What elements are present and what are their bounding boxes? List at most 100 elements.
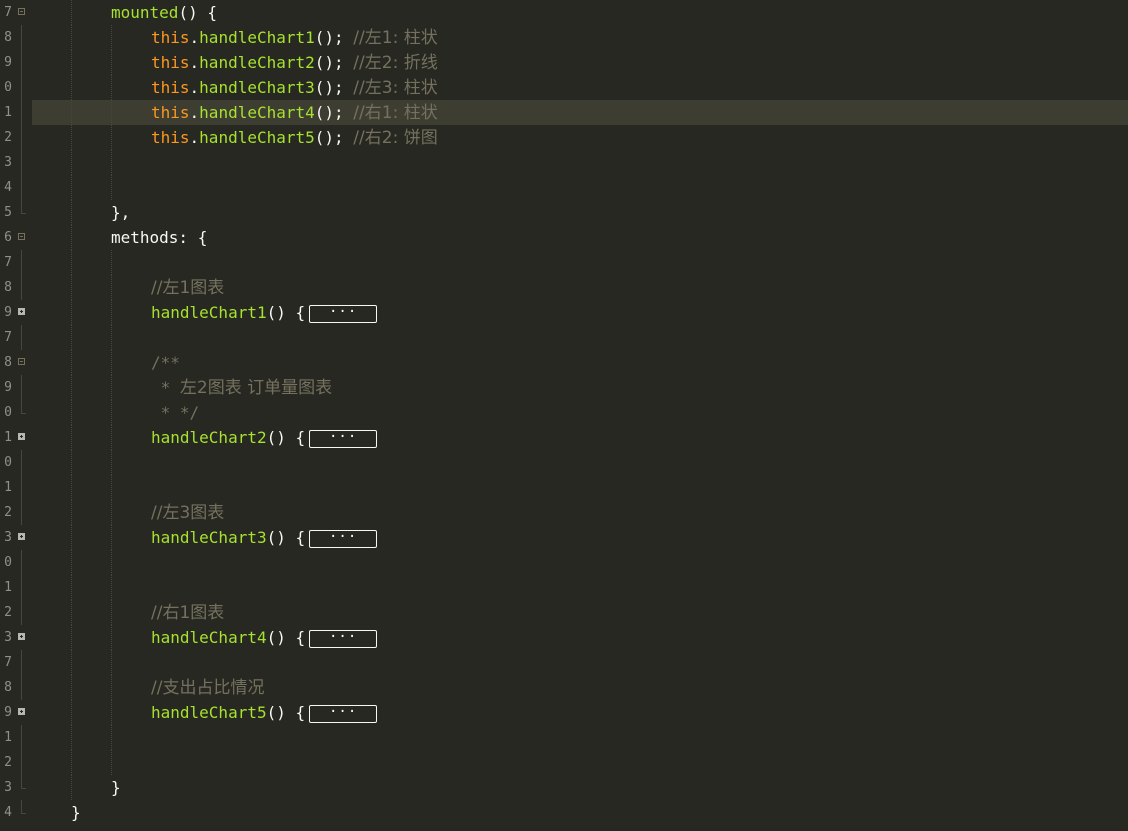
indent-guide [111,300,112,325]
code-line[interactable]: 4} [0,800,1128,825]
code-line[interactable]: 8 //左1图表 [0,275,1128,300]
code-line[interactable]: 0 * */ [0,400,1128,425]
indent-guide [111,750,112,775]
indent-guide [71,175,72,200]
code-line[interactable]: 3 handleChart4() {··· [0,625,1128,650]
code-line[interactable]: 3 [0,150,1128,175]
punctuation: (); [314,28,354,47]
folded-code-placeholder[interactable]: ··· [309,529,378,548]
fold-collapse-icon[interactable] [18,8,25,15]
code-line[interactable]: 4 [0,175,1128,200]
code-text: handleChart2() {··· [151,425,378,450]
code-line[interactable]: 1 [0,725,1128,750]
indent-guide [71,250,72,275]
folded-code-placeholder[interactable]: ··· [309,704,378,723]
code-line[interactable]: 1 [0,575,1128,600]
fold-range-line [21,275,22,300]
line-number: 9 [4,305,12,320]
code-line[interactable]: 9 handleChart1() {··· [0,300,1128,325]
comment: //右2: 饼图 [353,128,438,148]
line-number: 4 [4,180,12,195]
fold-collapse-icon[interactable] [18,358,25,365]
fold-expand-icon[interactable] [18,433,25,440]
function-name: handleChart1 [199,28,315,47]
indent-guide [71,650,72,675]
code-line[interactable]: 7 [0,250,1128,275]
code-line[interactable]: 7 mounted() { [0,0,1128,25]
fold-range-line [21,325,22,350]
fold-range-line [21,50,22,75]
indent-guide [111,650,112,675]
fold-range-line [21,500,22,525]
code-line[interactable]: 9 handleChart5() {··· [0,700,1128,725]
indent-guide [71,50,72,75]
code-line[interactable]: 0 [0,550,1128,575]
line-number: 3 [4,780,12,795]
code-editor[interactable]: 7 mounted() {8 this.handleChart1(); //左1: … [0,0,1128,831]
code-line[interactable]: 6 methods: { [0,225,1128,250]
indent-guide [71,675,72,700]
fold-expand-icon[interactable] [18,308,25,315]
code-line[interactable]: 2 this.handleChart5(); //右2: 饼图 [0,125,1128,150]
code-text: handleChart1() {··· [151,300,378,325]
fold-expand-icon[interactable] [18,708,25,715]
function-name: handleChart3 [151,528,267,547]
indent-guide [111,525,112,550]
code-text: //左1图表 [151,275,224,300]
fold-range-line [21,75,22,100]
code-line[interactable]: 9 * 左2图表 订单量图表 [0,375,1128,400]
code-line[interactable]: 2 //左3图表 [0,500,1128,525]
fold-collapse-icon[interactable] [18,233,25,240]
code-text: * */ [151,400,200,425]
punctuation: . [189,78,200,97]
punctuation: . [189,128,200,147]
indent-guide [111,325,112,350]
folded-code-placeholder[interactable]: ··· [309,629,378,648]
code-line[interactable]: 1 [0,475,1128,500]
code-line[interactable]: 8 this.handleChart1(); //左1: 柱状 [0,25,1128,50]
indent-guide [111,725,112,750]
fold-expand-icon[interactable] [18,633,25,640]
fold-range-line [21,25,22,50]
indent-guide [71,25,72,50]
folded-code-placeholder[interactable]: ··· [309,304,378,323]
code-line[interactable]: 8 //支出占比情况 [0,675,1128,700]
indent-guide [71,600,72,625]
code-line[interactable]: 9 this.handleChart2(); //左2: 折线 [0,50,1128,75]
code-text: /** [151,350,180,375]
code-line[interactable]: 1 handleChart2() {··· [0,425,1128,450]
code-line[interactable]: 7 [0,650,1128,675]
line-number: 0 [4,405,12,420]
code-text: //左3图表 [151,500,224,525]
fold-range-line [21,600,22,625]
code-line[interactable]: 0 this.handleChart3(); //左3: 柱状 [0,75,1128,100]
code-line[interactable]: 2 [0,750,1128,775]
code-line[interactable]: 7 [0,325,1128,350]
indent-guide [111,400,112,425]
indent-guide [111,250,112,275]
punctuation: methods: { [111,228,208,247]
code-line[interactable]: 8 /** [0,350,1128,375]
code-line[interactable]: 3} [0,775,1128,800]
code-line[interactable]: 5}, [0,200,1128,225]
indent-guide [111,625,112,650]
fold-expand-icon[interactable] [18,533,25,540]
indent-guide [111,550,112,575]
folded-code-placeholder[interactable]: ··· [309,429,378,448]
this-keyword: this [151,103,190,122]
code-line[interactable]: 3 handleChart3() {··· [0,525,1128,550]
code-text: } [71,800,81,825]
code-line[interactable]: 0 [0,450,1128,475]
fold-range-line [21,575,22,600]
punctuation: (); [314,78,354,97]
line-number: 2 [4,605,12,620]
code-text: this.handleChart1(); //左1: 柱状 [151,25,438,50]
code-line[interactable]: 2 //右1图表 [0,600,1128,625]
fold-range-line [21,175,22,200]
comment: //左1图表 [151,278,225,298]
line-number: 3 [4,530,12,545]
line-number: 1 [4,580,12,595]
code-line[interactable]: 1 this.handleChart4(); //右1: 柱状 [0,100,1128,125]
code-text: }, [111,200,130,225]
fold-end-marker [21,200,26,214]
